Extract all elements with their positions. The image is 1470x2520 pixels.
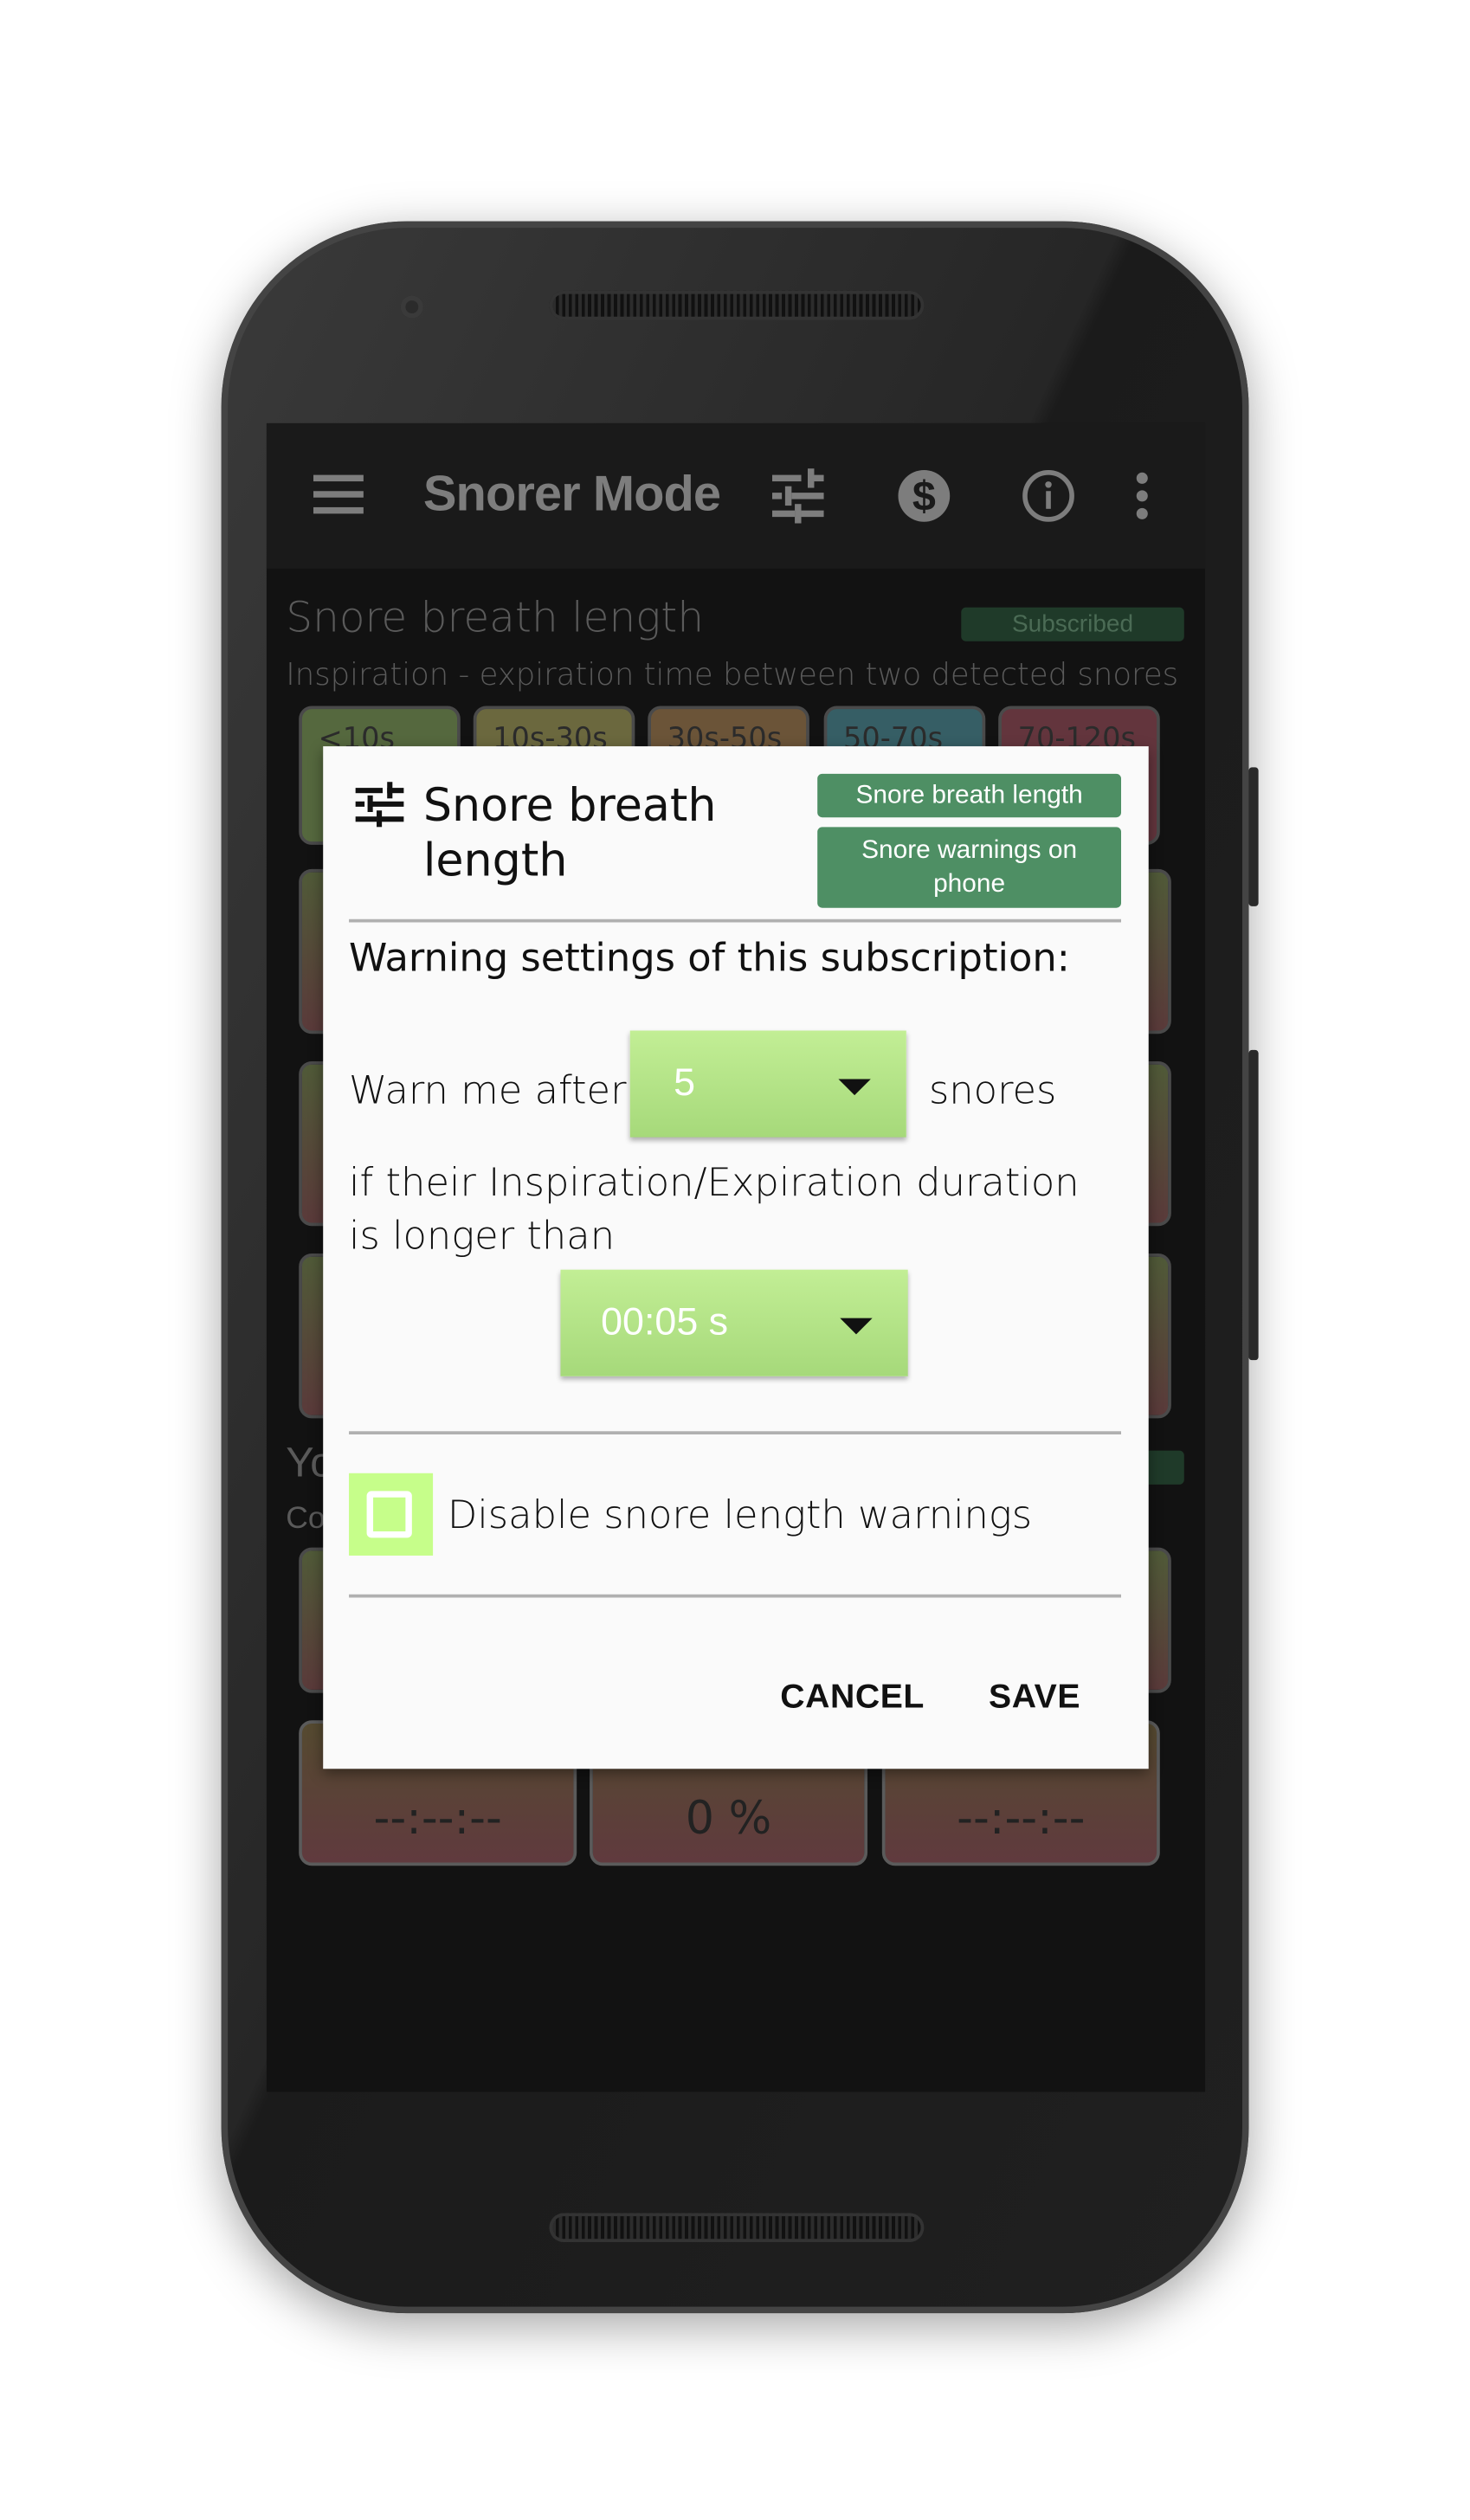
sliders-icon — [355, 782, 404, 828]
menu-icon[interactable] — [313, 474, 364, 514]
snore-breath-length-chip[interactable]: Snore breath length — [817, 773, 1122, 818]
warn-prefix: Warn me after — [349, 1067, 627, 1113]
dollar-icon[interactable]: $ — [897, 468, 951, 523]
divider — [349, 1431, 1122, 1435]
disable-warnings-checkbox[interactable] — [349, 1473, 434, 1556]
warn-suffix: snores — [928, 1067, 1057, 1113]
info-icon[interactable] — [1021, 468, 1075, 523]
front-camera — [400, 295, 423, 319]
divider — [349, 918, 1122, 923]
subscribed-badge: Subscribed — [961, 607, 1184, 641]
snore-warnings-chip[interactable]: Snore warnings on phone — [817, 827, 1122, 908]
speaker-top — [549, 290, 925, 320]
warning-heading: Warning settings of this subscription: — [349, 935, 1070, 981]
sliders-icon[interactable] — [771, 468, 824, 524]
speaker-bottom — [549, 2213, 925, 2243]
section-subtitle: Inspiration - expiration time between tw… — [286, 657, 1179, 693]
cancel-button[interactable]: CANCEL — [780, 1679, 925, 1718]
toolbar: Snorer Mode $ — [266, 422, 1206, 569]
power-button — [1248, 767, 1259, 906]
disable-warnings-label[interactable]: Disable snore length warnings — [448, 1492, 1032, 1537]
partial-subtitle: Co — [286, 1502, 326, 1537]
checkbox-box-icon — [366, 1491, 412, 1538]
dropdown-arrow-icon — [838, 1079, 871, 1096]
duration-value: 00:05 s — [601, 1300, 729, 1344]
dropdown-arrow-icon — [840, 1318, 873, 1335]
section-title: Snore breath length — [286, 594, 705, 643]
more-vert-icon[interactable] — [1134, 472, 1151, 520]
snore-count-value: 5 — [674, 1060, 696, 1105]
duration-spinner[interactable]: 00:05 s — [560, 1269, 908, 1376]
save-button[interactable]: SAVE — [989, 1679, 1080, 1718]
volume-button — [1248, 1049, 1259, 1361]
dialog-title: Snore breath length — [422, 778, 717, 887]
snore-length-dialog: Snore breath length Snore breath length … — [323, 746, 1149, 1769]
svg-text:$: $ — [912, 474, 936, 520]
snore-count-spinner[interactable]: 5 — [629, 1030, 906, 1138]
duration-text: if their Inspiration/Expiration duration… — [349, 1159, 1080, 1259]
divider — [349, 1594, 1122, 1598]
app-title: Snorer Mode — [422, 465, 721, 522]
